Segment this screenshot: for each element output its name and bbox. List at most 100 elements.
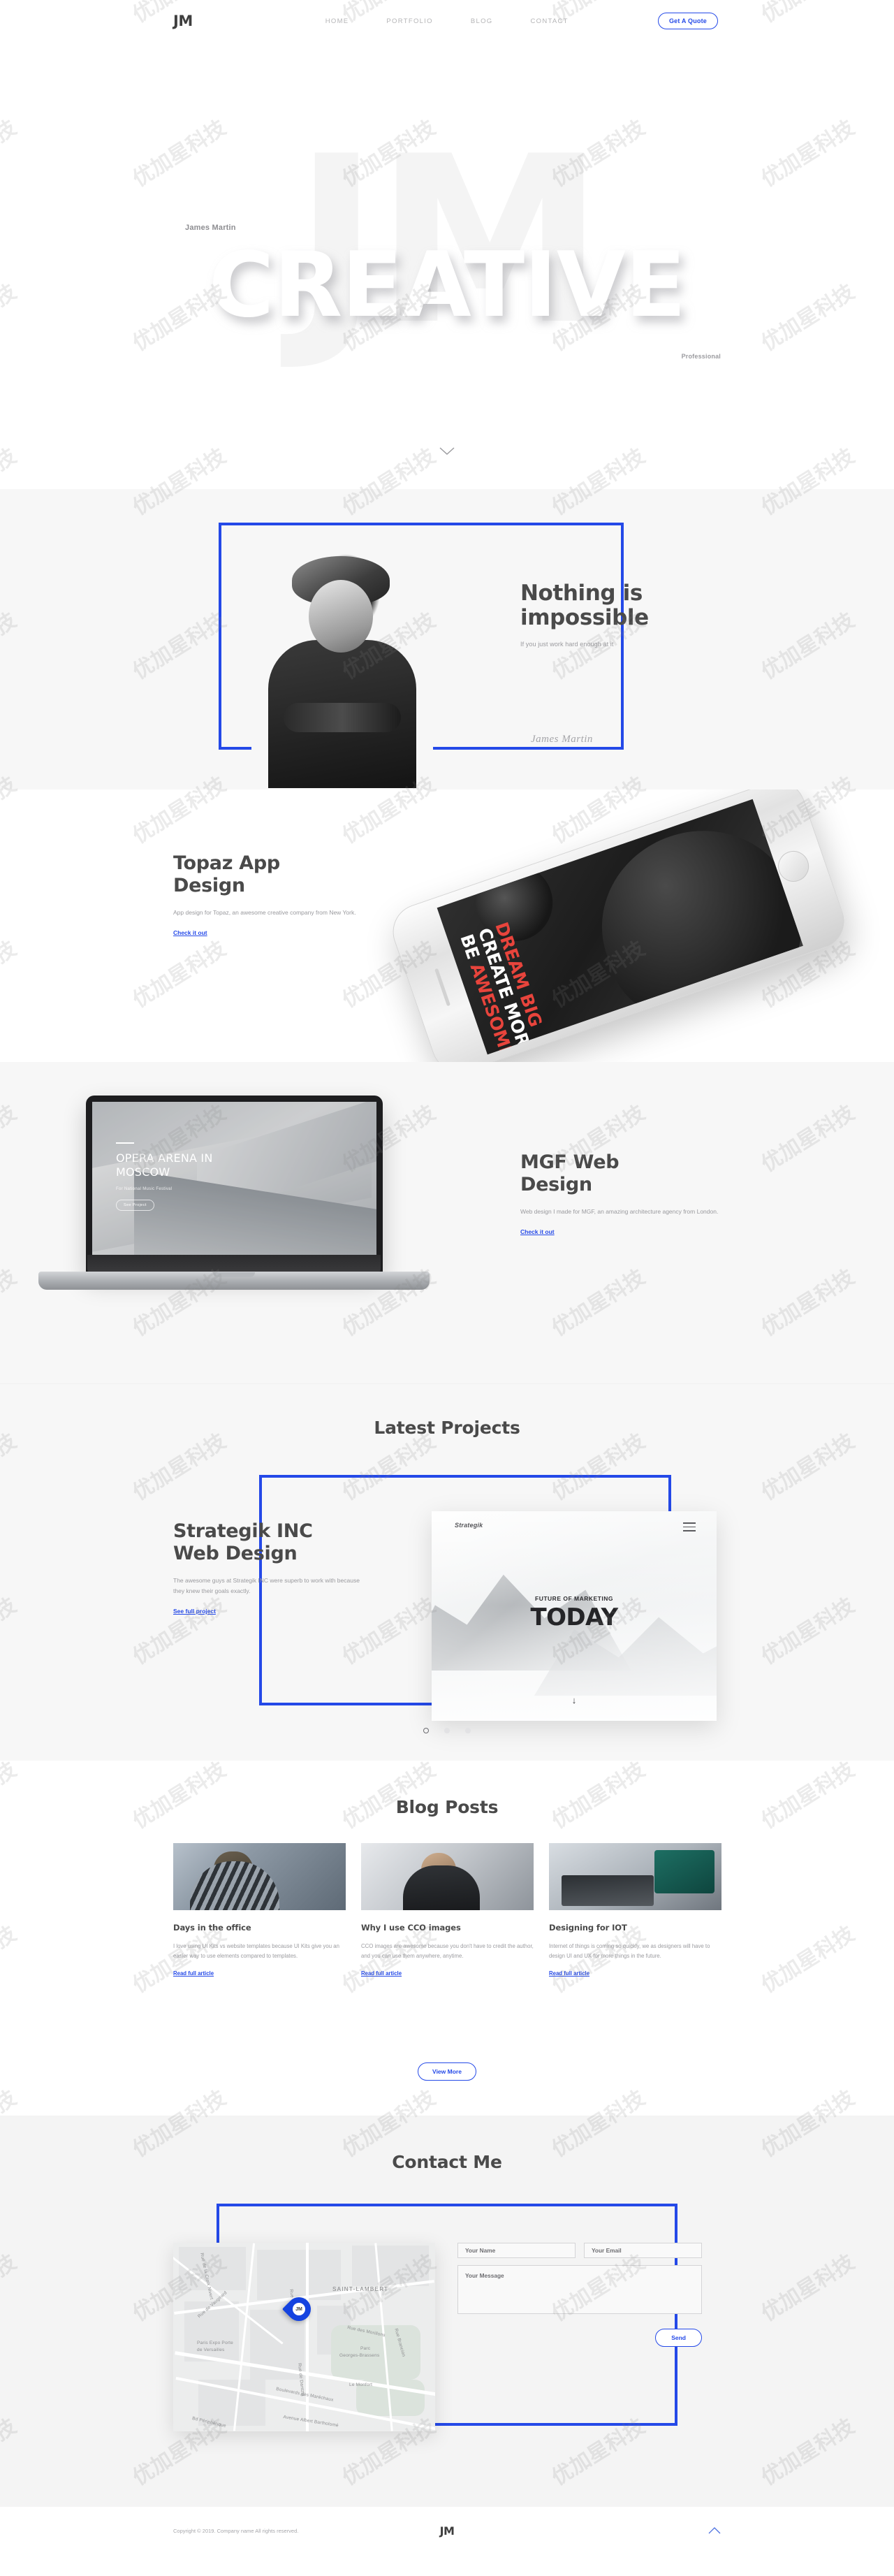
map-pin-marker[interactable]: JM [281, 2292, 316, 2328]
laptop-subtitle: For National Music Festival [116, 1186, 173, 1191]
nav-item-portfolio[interactable]: PORTFOLIO [386, 17, 432, 25]
quote-text-block: Nothing is impossible If you just work h… [520, 581, 649, 648]
carousel-dot-2[interactable] [444, 1728, 450, 1733]
quote-signature: James Martin [531, 734, 593, 745]
carousel-dot-1[interactable] [423, 1728, 429, 1733]
read-full-article-link[interactable]: Read full article [549, 1970, 589, 1977]
mgf-check-it-out-link[interactable]: Check it out [520, 1228, 555, 1235]
map-label: Paris Expo Porte [197, 2341, 233, 2345]
blog-post-title: Days in the office [173, 1923, 251, 1933]
hero-role: Professional [681, 353, 721, 360]
contact-form: Send [457, 2243, 702, 2347]
email-input[interactable] [584, 2243, 702, 2258]
map-label: de Versailles [197, 2348, 225, 2352]
page-root: JM HOME PORTFOLIO BLOG CONTACT Get A Quo… [0, 0, 894, 2555]
phone-mockup: DREAM BIG CREATE MORE BE AWESOME [376, 789, 874, 1062]
send-button[interactable]: Send [655, 2329, 702, 2347]
map-label: SAINT-LAMBERT [332, 2286, 389, 2292]
map-label: Le Monfort [349, 2382, 373, 2387]
blog-thumbnail[interactable] [361, 1843, 534, 1910]
nav-item-home[interactable]: HOME [325, 17, 349, 25]
carousel-dots [0, 1728, 894, 1733]
mgf-project-section: OPERA ARENA IN MOSCOW For National Music… [0, 1062, 894, 1383]
preview-brand: Strategik [455, 1522, 483, 1529]
blog-card: Why I use CCO images CCO images are awes… [361, 1843, 534, 1979]
blog-thumbnail[interactable] [173, 1843, 346, 1910]
laptop-mockup: OPERA ARENA IN MOSCOW For National Music… [38, 1096, 430, 1340]
blog-post-excerpt: I love using UI Kits vs website template… [173, 1943, 339, 1960]
topaz-description: App design for Topaz, an awesome creativ… [173, 909, 356, 917]
quote-title-line1: Nothing is [520, 581, 643, 606]
site-header: JM HOME PORTFOLIO BLOG CONTACT Get A Quo… [0, 0, 894, 42]
view-more-wrapper: View More [0, 2062, 894, 2081]
topaz-title-line2: Design [173, 874, 245, 896]
mgf-title-line1: MGF Web [520, 1151, 620, 1173]
topaz-project-section: Topaz App Design App design for Topaz, a… [0, 789, 894, 1062]
phone-speaker [434, 968, 451, 1007]
topaz-title-line1: Topaz App [173, 852, 280, 874]
blog-post-title: Why I use CCO images [361, 1923, 461, 1933]
mgf-copy-block: MGF Web Design Web design I made for MGF… [520, 1151, 723, 1237]
arrow-down-icon: ↓ [571, 1695, 577, 1705]
message-textarea[interactable] [457, 2265, 702, 2314]
quote-section: Nothing is impossible If you just work h… [0, 489, 894, 789]
copyright-text: Copyright © 2019. Company name All right… [173, 2528, 299, 2534]
strategik-title-line2: Web Design [173, 1542, 298, 1564]
blog-card: Days in the office I love using UI Kits … [173, 1843, 346, 1979]
quote-subtitle: If you just work hard enough at it [520, 641, 614, 648]
blog-post-excerpt: CCO images are awesome because you don't… [361, 1943, 534, 1960]
topaz-check-it-out-link[interactable]: Check it out [173, 929, 207, 936]
name-input[interactable] [457, 2243, 576, 2258]
blog-post-title: Designing for IOT [549, 1923, 627, 1933]
screen-divider [116, 1142, 134, 1144]
blog-section-title: Blog Posts [395, 1797, 499, 1817]
laptop-title-line1: OPERA ARENA IN [116, 1151, 213, 1165]
nav-item-contact[interactable]: CONTACT [530, 17, 568, 25]
site-logo[interactable]: JM [173, 13, 193, 29]
strategik-copy-block: Strategik INC Web Design The awesome guy… [173, 1520, 369, 1617]
site-footer: Copyright © 2019. Company name All right… [0, 2507, 894, 2555]
blog-thumbnail[interactable] [549, 1843, 721, 1910]
strategik-title-line1: Strategik INC [173, 1520, 313, 1542]
map-pin-label: JM [293, 2303, 305, 2315]
hero-headline: CREATIVE [208, 233, 686, 337]
laptop-see-project-button[interactable]: See Project [116, 1199, 154, 1211]
read-full-article-link[interactable]: Read full article [361, 1970, 402, 1977]
get-a-quote-button[interactable]: Get A Quote [657, 13, 718, 29]
latest-projects-section: Latest Projects Strategik INC Web Design… [0, 1383, 894, 1761]
preview-headline: TODAY [530, 1603, 619, 1631]
nav-item-blog[interactable]: BLOG [471, 17, 493, 25]
main-navigation: HOME PORTFOLIO BLOG CONTACT [325, 17, 569, 25]
quote-title-line2: impossible [520, 604, 649, 630]
strategik-website-preview[interactable]: Strategik FUTURE OF MARKETING TODAY ↓ [432, 1511, 717, 1721]
blog-section: Blog Posts Days in the office I love usi… [0, 1761, 894, 2116]
see-full-project-link[interactable]: See full project [173, 1608, 216, 1615]
hero-author-name: James Martin [185, 224, 236, 232]
chevron-down-icon[interactable] [439, 447, 455, 456]
hero-section: JM James Martin CREATIVE Professional [0, 42, 894, 489]
strategik-description: The awesome guys at Strategik INC were s… [173, 1577, 360, 1595]
map-label: Parc [360, 2346, 371, 2351]
location-map[interactable]: SAINT-LAMBERT Paris Expo Porte de Versai… [173, 2243, 435, 2431]
blog-grid: Days in the office I love using UI Kits … [173, 1843, 721, 1979]
map-label: Avenue Albert Bartholomé [282, 2415, 339, 2429]
mgf-description: Web design I made for MGF, an amazing ar… [520, 1208, 719, 1216]
phone-screen: DREAM BIG CREATE MORE BE AWESOME [437, 799, 803, 1055]
carousel-dot-3[interactable] [465, 1728, 471, 1733]
read-full-article-link[interactable]: Read full article [173, 1970, 214, 1977]
hamburger-icon[interactable] [683, 1522, 696, 1534]
map-label: Georges-Brassens [339, 2353, 380, 2358]
mgf-title-line2: Design [520, 1173, 592, 1195]
topaz-copy-block: Topaz App Design App design for Topaz, a… [173, 852, 383, 938]
portrait-photo [251, 551, 433, 788]
blog-post-excerpt: Internet of things is coming so quickly,… [549, 1943, 710, 1960]
footer-logo[interactable]: JM [440, 2524, 455, 2538]
preview-kicker: FUTURE OF MARKETING [535, 1595, 613, 1602]
contact-section: Contact Me SAINT-LAMBERT Paris Expo Port… [0, 2116, 894, 2507]
latest-projects-title: Latest Projects [374, 1418, 520, 1438]
view-more-button[interactable]: View More [418, 2062, 476, 2081]
contact-section-title: Contact Me [392, 2152, 502, 2172]
laptop-title-line2: MOSCOW [116, 1165, 170, 1179]
chevron-up-icon[interactable] [708, 2525, 721, 2538]
laptop-screen: OPERA ARENA IN MOSCOW For National Music… [92, 1102, 376, 1265]
